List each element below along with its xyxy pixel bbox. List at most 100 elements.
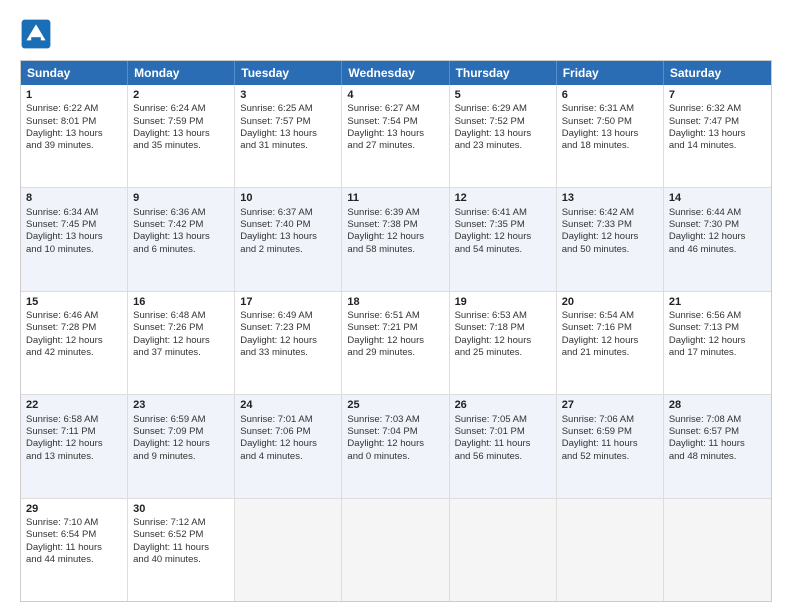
day-info-line: and 29 minutes. [347, 347, 443, 359]
day-number: 7 [669, 88, 766, 102]
calendar-cell: 6Sunrise: 6:31 AMSunset: 7:50 PMDaylight… [557, 85, 664, 187]
day-number: 15 [26, 295, 122, 309]
day-info-line: Daylight: 12 hours [347, 335, 443, 347]
calendar-cell [342, 499, 449, 601]
day-info-line: Daylight: 13 hours [562, 128, 658, 140]
day-info-line: and 56 minutes. [455, 451, 551, 463]
day-number: 6 [562, 88, 658, 102]
day-number: 8 [26, 191, 122, 205]
day-info-line: Sunset: 7:09 PM [133, 426, 229, 438]
calendar-cell: 17Sunrise: 6:49 AMSunset: 7:23 PMDayligh… [235, 292, 342, 394]
day-info-line: Sunrise: 6:24 AM [133, 103, 229, 115]
day-info-line: Daylight: 11 hours [26, 542, 122, 554]
day-info-line: and 40 minutes. [133, 554, 229, 566]
day-info-line: Sunrise: 6:22 AM [26, 103, 122, 115]
day-info-line: and 17 minutes. [669, 347, 766, 359]
day-info-line: and 2 minutes. [240, 244, 336, 256]
calendar-cell: 8Sunrise: 6:34 AMSunset: 7:45 PMDaylight… [21, 188, 128, 290]
day-info-line: Daylight: 13 hours [26, 128, 122, 140]
calendar-row: 1Sunrise: 6:22 AMSunset: 8:01 PMDaylight… [21, 85, 771, 187]
calendar-cell [557, 499, 664, 601]
day-info-line: Sunrise: 6:54 AM [562, 310, 658, 322]
day-number: 25 [347, 398, 443, 412]
day-info-line: Daylight: 12 hours [240, 438, 336, 450]
day-number: 3 [240, 88, 336, 102]
day-info-line: Sunset: 6:59 PM [562, 426, 658, 438]
day-info-line: Daylight: 12 hours [240, 335, 336, 347]
calendar-cell: 13Sunrise: 6:42 AMSunset: 7:33 PMDayligh… [557, 188, 664, 290]
calendar-cell: 25Sunrise: 7:03 AMSunset: 7:04 PMDayligh… [342, 395, 449, 497]
day-number: 18 [347, 295, 443, 309]
day-number: 30 [133, 502, 229, 516]
day-info-line: and 13 minutes. [26, 451, 122, 463]
day-info-line: Sunset: 7:18 PM [455, 322, 551, 334]
day-info-line: and 9 minutes. [133, 451, 229, 463]
day-number: 20 [562, 295, 658, 309]
day-info-line: Daylight: 11 hours [669, 438, 766, 450]
day-info-line: and 4 minutes. [240, 451, 336, 463]
day-info-line: Sunset: 7:52 PM [455, 116, 551, 128]
day-info-line: and 44 minutes. [26, 554, 122, 566]
day-number: 28 [669, 398, 766, 412]
day-info-line: and 25 minutes. [455, 347, 551, 359]
day-info-line: Sunrise: 7:01 AM [240, 414, 336, 426]
calendar-cell: 7Sunrise: 6:32 AMSunset: 7:47 PMDaylight… [664, 85, 771, 187]
day-info-line: Daylight: 11 hours [133, 542, 229, 554]
day-info-line: Sunset: 7:50 PM [562, 116, 658, 128]
calendar-cell: 5Sunrise: 6:29 AMSunset: 7:52 PMDaylight… [450, 85, 557, 187]
day-info-line: and 33 minutes. [240, 347, 336, 359]
calendar-header-cell: Wednesday [342, 61, 449, 85]
calendar-row: 29Sunrise: 7:10 AMSunset: 6:54 PMDayligh… [21, 498, 771, 601]
day-info-line: Daylight: 12 hours [133, 335, 229, 347]
day-info-line: and 39 minutes. [26, 140, 122, 152]
day-number: 1 [26, 88, 122, 102]
calendar-header-cell: Saturday [664, 61, 771, 85]
day-number: 10 [240, 191, 336, 205]
day-info-line: Sunset: 6:52 PM [133, 529, 229, 541]
logo [20, 18, 54, 50]
calendar-cell: 22Sunrise: 6:58 AMSunset: 7:11 PMDayligh… [21, 395, 128, 497]
calendar-header-cell: Friday [557, 61, 664, 85]
calendar-cell [235, 499, 342, 601]
calendar-body: 1Sunrise: 6:22 AMSunset: 8:01 PMDaylight… [21, 85, 771, 601]
day-info-line: Sunrise: 6:32 AM [669, 103, 766, 115]
day-number: 24 [240, 398, 336, 412]
day-info-line: Sunset: 7:59 PM [133, 116, 229, 128]
day-info-line: Daylight: 13 hours [455, 128, 551, 140]
calendar-header-cell: Sunday [21, 61, 128, 85]
day-info-line: Daylight: 12 hours [347, 438, 443, 450]
day-info-line: Sunset: 7:01 PM [455, 426, 551, 438]
day-info-line: Daylight: 13 hours [240, 231, 336, 243]
calendar-cell: 24Sunrise: 7:01 AMSunset: 7:06 PMDayligh… [235, 395, 342, 497]
calendar-cell [664, 499, 771, 601]
day-info-line: Sunset: 7:47 PM [669, 116, 766, 128]
calendar-cell: 19Sunrise: 6:53 AMSunset: 7:18 PMDayligh… [450, 292, 557, 394]
day-info-line: Sunset: 6:57 PM [669, 426, 766, 438]
day-info-line: and 54 minutes. [455, 244, 551, 256]
day-info-line: Sunrise: 6:42 AM [562, 207, 658, 219]
day-info-line: and 6 minutes. [133, 244, 229, 256]
day-info-line: Sunrise: 6:36 AM [133, 207, 229, 219]
day-info-line: Daylight: 12 hours [669, 335, 766, 347]
day-info-line: Sunrise: 6:59 AM [133, 414, 229, 426]
day-info-line: Sunset: 6:54 PM [26, 529, 122, 541]
day-info-line: Sunrise: 6:41 AM [455, 207, 551, 219]
day-info-line: Sunrise: 6:34 AM [26, 207, 122, 219]
day-number: 22 [26, 398, 122, 412]
day-info-line: Sunset: 7:04 PM [347, 426, 443, 438]
day-info-line: Sunset: 7:28 PM [26, 322, 122, 334]
day-info-line: and 37 minutes. [133, 347, 229, 359]
day-info-line: and 31 minutes. [240, 140, 336, 152]
calendar-cell: 28Sunrise: 7:08 AMSunset: 6:57 PMDayligh… [664, 395, 771, 497]
day-info-line: Sunset: 7:57 PM [240, 116, 336, 128]
calendar-header-cell: Tuesday [235, 61, 342, 85]
day-info-line: Sunset: 7:30 PM [669, 219, 766, 231]
day-info-line: and 18 minutes. [562, 140, 658, 152]
day-info-line: Sunset: 7:13 PM [669, 322, 766, 334]
day-info-line: Sunset: 7:35 PM [455, 219, 551, 231]
calendar-cell: 29Sunrise: 7:10 AMSunset: 6:54 PMDayligh… [21, 499, 128, 601]
calendar-cell: 26Sunrise: 7:05 AMSunset: 7:01 PMDayligh… [450, 395, 557, 497]
day-info-line: Sunset: 8:01 PM [26, 116, 122, 128]
day-number: 9 [133, 191, 229, 205]
day-info-line: and 10 minutes. [26, 244, 122, 256]
